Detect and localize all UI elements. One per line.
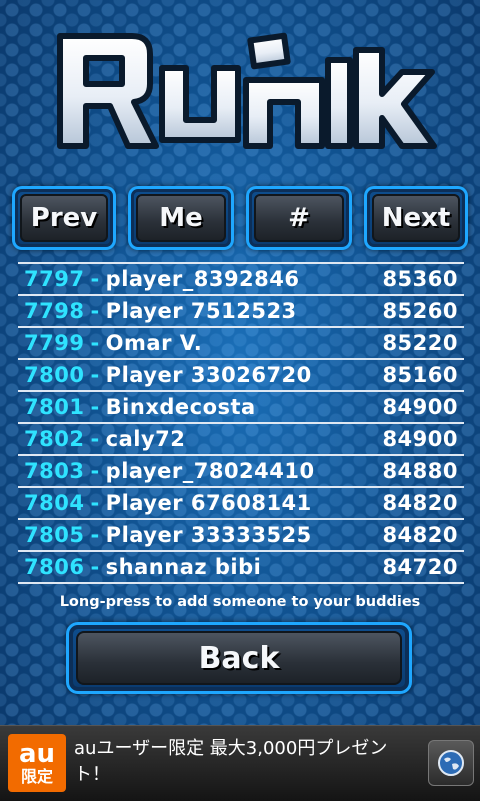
row-player-name: Player 67608141: [105, 491, 312, 515]
leaderboard-row[interactable]: 7806- shannaz bibi 84720: [18, 550, 464, 584]
buddies-hint-text: Long-press to add someone to your buddie…: [59, 594, 421, 610]
au-logo-bottom: 限定: [20, 767, 53, 786]
row-separator: -: [90, 427, 100, 451]
row-rank: 7798: [24, 299, 85, 323]
row-player-name: Binxdecosta: [105, 395, 256, 419]
row-player-name: caly72: [105, 427, 186, 451]
rank-jump-button-label: #: [254, 194, 344, 242]
row-separator: -: [90, 395, 100, 419]
row-score: 85360: [382, 267, 458, 291]
leaderboard-row[interactable]: 7802- caly72 84900: [18, 422, 464, 454]
runik-logo: [57, 32, 437, 149]
row-separator: -: [90, 459, 100, 483]
row-player-name: Omar V.: [105, 331, 203, 355]
row-rank: 7806: [24, 555, 85, 579]
row-separator: -: [90, 523, 100, 547]
prev-button-label: Prev: [20, 194, 108, 242]
row-player-name: player_78024410: [105, 459, 315, 483]
leaderboard-row[interactable]: 7801- Binxdecosta 84900: [18, 390, 464, 422]
globe-button[interactable]: [428, 740, 474, 786]
row-rank: 7804: [24, 491, 85, 515]
row-score: 84900: [382, 427, 458, 451]
back-button-label: Back: [76, 631, 402, 685]
next-button[interactable]: Next: [364, 186, 468, 250]
row-player-name: Player 33026720: [105, 363, 312, 387]
row-player-name: Player 33333525: [105, 523, 312, 547]
row-separator: -: [90, 267, 100, 291]
au-logo: au 限定: [8, 734, 66, 792]
row-separator: -: [90, 491, 100, 515]
row-score: 85260: [382, 299, 458, 323]
row-separator: -: [90, 299, 100, 323]
leaderboard-list: 7797- player_8392846 85360 7798- Player 751…: [18, 262, 464, 584]
row-rank: 7801: [24, 395, 85, 419]
row-score: 84820: [382, 491, 458, 515]
globe-icon: [438, 750, 464, 776]
row-player-name: player_8392846: [105, 267, 300, 291]
row-rank: 7797: [24, 267, 85, 291]
row-separator: -: [90, 331, 100, 355]
row-score: 84720: [382, 555, 458, 579]
me-button-label: Me: [136, 194, 226, 242]
back-button[interactable]: Back: [66, 622, 412, 694]
row-player-name: shannaz bibi: [105, 555, 262, 579]
leaderboard-row[interactable]: 7797- player_8392846 85360: [18, 262, 464, 294]
ad-banner[interactable]: au 限定 auユーザー限定 最大3,000円プレゼント！: [0, 725, 480, 801]
row-score: 84820: [382, 523, 458, 547]
next-button-label: Next: [372, 194, 460, 242]
au-logo-top: au: [18, 739, 56, 769]
leaderboard-row[interactable]: 7803- player_78024410 84880: [18, 454, 464, 486]
leaderboard-row[interactable]: 7799- Omar V. 85220: [18, 326, 464, 358]
row-rank: 7805: [24, 523, 85, 547]
leaderboard-row[interactable]: 7805- Player 33333525 84820: [18, 518, 464, 550]
row-separator: -: [90, 555, 100, 579]
rank-jump-button[interactable]: #: [246, 186, 352, 250]
row-score: 85220: [382, 331, 458, 355]
row-score: 85160: [382, 363, 458, 387]
leaderboard-row[interactable]: 7798- Player 7512523 85260: [18, 294, 464, 326]
ad-text: auユーザー限定 最大3,000円プレゼント！: [74, 738, 388, 785]
row-player-name: Player 7512523: [105, 299, 297, 323]
row-score: 84880: [382, 459, 458, 483]
row-rank: 7800: [24, 363, 85, 387]
leaderboard-row[interactable]: 7804- Player 67608141 84820: [18, 486, 464, 518]
row-separator: -: [90, 363, 100, 387]
row-score: 84900: [382, 395, 458, 419]
row-rank: 7799: [24, 331, 85, 355]
me-button[interactable]: Me: [128, 186, 234, 250]
leaderboard-row[interactable]: 7800- Player 33026720 85160: [18, 358, 464, 390]
row-rank: 7802: [24, 427, 85, 451]
row-rank: 7803: [24, 459, 85, 483]
prev-button[interactable]: Prev: [12, 186, 116, 250]
